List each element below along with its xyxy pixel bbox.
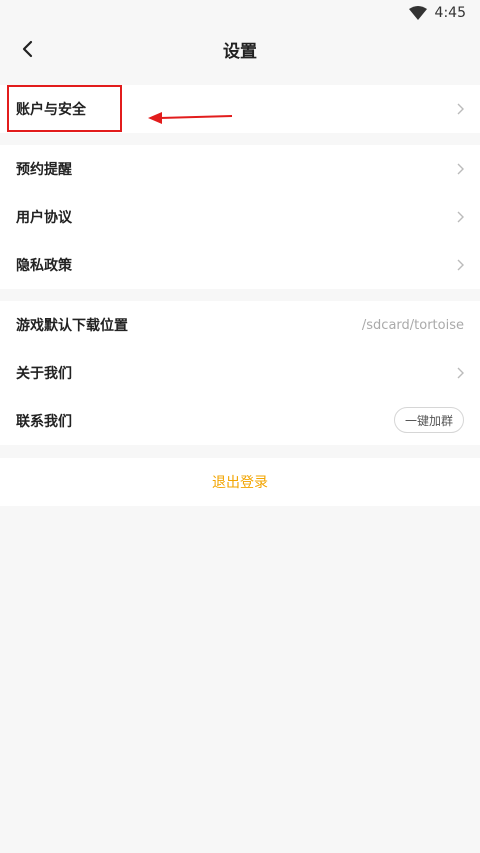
- row-label: 预约提醒: [16, 162, 72, 178]
- account-group: 账户与安全: [0, 85, 480, 133]
- chevron-right-icon: [457, 103, 464, 115]
- back-button[interactable]: [14, 36, 40, 62]
- row-account-security[interactable]: 账户与安全: [0, 85, 480, 133]
- status-time: 4:45: [434, 5, 466, 21]
- row-label: 关于我们: [16, 366, 72, 382]
- row-contact-us: 联系我们 一键加群: [0, 397, 480, 445]
- logout-button[interactable]: 退出登录: [212, 472, 268, 492]
- row-label: 用户协议: [16, 210, 72, 226]
- logout-group: 退出登录: [0, 458, 480, 506]
- misc-group: 游戏默认下载位置 /sdcard/tortoise 关于我们 联系我们 一键加群: [0, 301, 480, 445]
- row-label: 游戏默认下载位置: [16, 318, 128, 334]
- chevron-right-icon: [457, 163, 464, 175]
- info-group: 预约提醒 用户协议 隐私政策: [0, 145, 480, 289]
- title-bar: 设置: [0, 26, 480, 72]
- row-user-agreement[interactable]: 用户协议: [0, 193, 480, 241]
- wifi-icon: [408, 6, 427, 20]
- row-download-location[interactable]: 游戏默认下载位置 /sdcard/tortoise: [0, 301, 480, 349]
- row-label: 隐私政策: [16, 258, 72, 274]
- chevron-left-icon: [22, 40, 33, 58]
- chevron-right-icon: [457, 211, 464, 223]
- row-about-us[interactable]: 关于我们: [0, 349, 480, 397]
- row-privacy-policy[interactable]: 隐私政策: [0, 241, 480, 289]
- chevron-right-icon: [457, 367, 464, 379]
- arrow-annotation: [148, 112, 233, 124]
- page-title: 设置: [223, 41, 257, 62]
- row-reservation-reminder[interactable]: 预约提醒: [0, 145, 480, 193]
- row-label: 联系我们: [16, 414, 72, 430]
- status-bar: 4:45: [0, 0, 480, 26]
- join-group-button[interactable]: 一键加群: [393, 407, 464, 433]
- chevron-right-icon: [457, 259, 464, 271]
- row-label: 账户与安全: [16, 102, 86, 118]
- download-path-value: /sdcard/tortoise: [361, 317, 464, 333]
